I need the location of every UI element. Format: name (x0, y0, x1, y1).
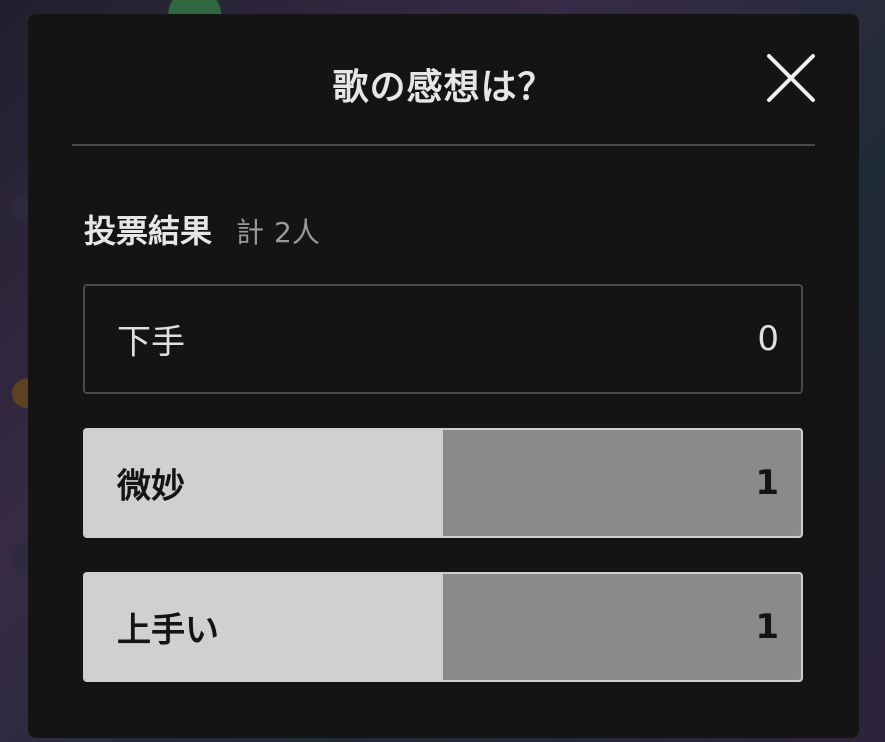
dialog-header: 歌の感想は？ (72, 14, 815, 146)
total-prefix: 計 (236, 216, 265, 249)
option-label: 下手 (117, 322, 185, 363)
option-label: 微妙 (117, 466, 185, 507)
close-icon (767, 54, 815, 102)
total-voters: 計 2人 (236, 211, 320, 251)
option-bad[interactable]: 下手 0 (83, 284, 803, 394)
vote-results-dialog: 歌の感想は？ 投票結果 計 2人 下手 0 微妙 1 上手い 1 (28, 14, 859, 738)
option-so-so[interactable]: 微妙 1 (83, 428, 803, 538)
close-button[interactable] (763, 50, 819, 106)
total-value: 2人 (274, 216, 320, 249)
option-count: 0 (757, 319, 779, 359)
option-good[interactable]: 上手い 1 (83, 572, 803, 682)
vote-bar (443, 574, 801, 680)
dialog-title: 歌の感想は？ (332, 67, 555, 108)
results-label: 投票結果 (84, 212, 213, 250)
option-count: 1 (755, 463, 779, 503)
option-label: 上手い (117, 610, 219, 651)
results-heading: 投票結果 計 2人 (84, 206, 320, 252)
option-count: 1 (755, 607, 779, 647)
vote-bar (443, 430, 801, 536)
